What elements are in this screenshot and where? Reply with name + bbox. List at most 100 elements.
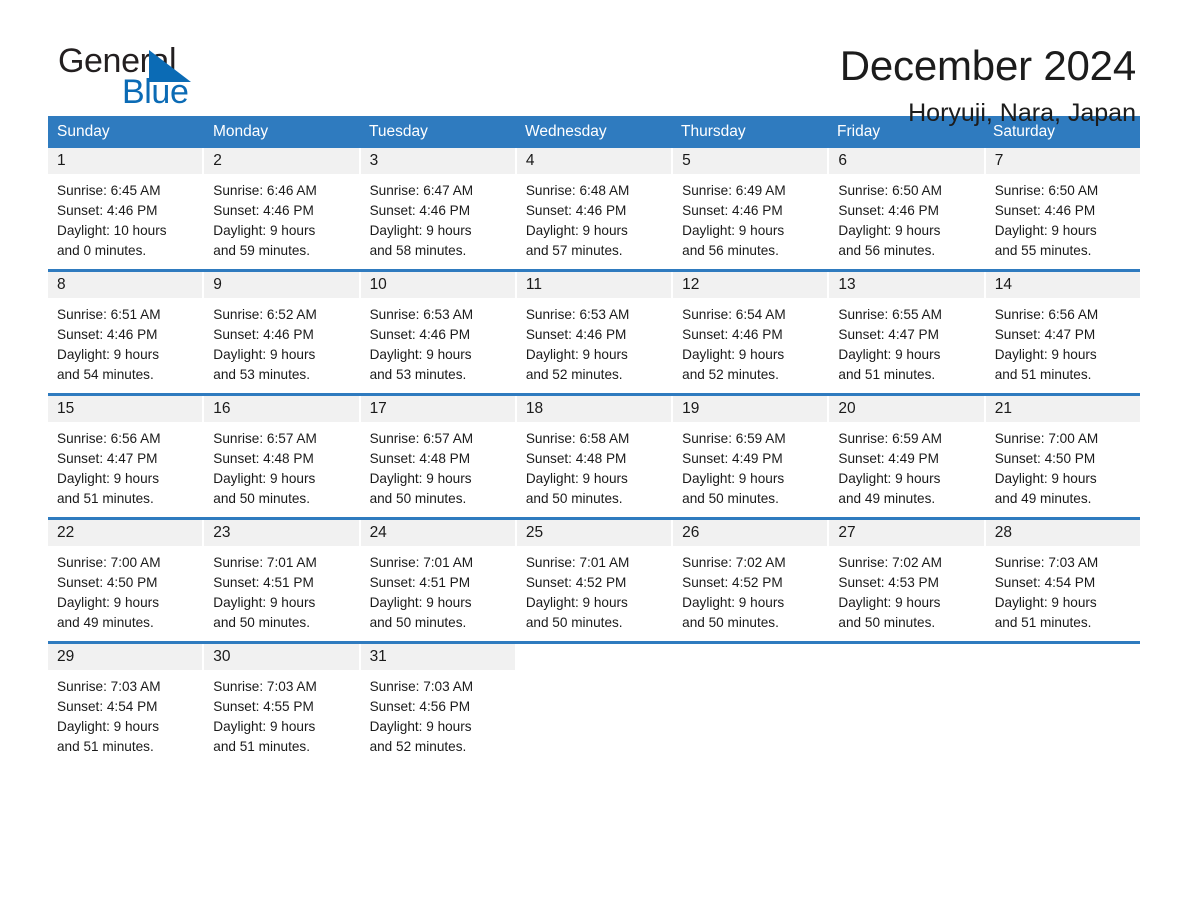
day-details: Sunrise: 7:02 AM Sunset: 4:52 PM Daylight:… — [673, 546, 827, 633]
daylight-duration-line2: and 51 minutes. — [994, 615, 1092, 630]
sunrise-time: Sunrise: 7:03 AM — [213, 679, 317, 694]
day-number: 15 — [57, 400, 75, 417]
calendar-day-cell[interactable]: 15 Sunrise: 6:56 AM Sunset: 4:47 PM Dayligh… — [48, 396, 203, 509]
daylight-duration-line1: Daylight: 9 hours — [525, 471, 628, 486]
day-details: Sunrise: 6:54 AM Sunset: 4:46 PM Daylight:… — [673, 298, 827, 385]
sunrise-time: Sunrise: 6:50 AM — [838, 183, 942, 198]
calendar-day-cell[interactable]: 20 Sunrise: 6:59 AM Sunset: 4:49 PM Dayligh… — [829, 396, 984, 509]
sunset-time: Sunset: 4:48 PM — [213, 451, 314, 466]
calendar-day-cell[interactable]: 2 Sunrise: 6:46 AM Sunset: 4:46 PM Daylight… — [204, 148, 359, 261]
calendar-day-cell[interactable]: 25 Sunrise: 7:01 AM Sunset: 4:52 PM Dayligh… — [516, 520, 672, 633]
calendar-day-cell[interactable]: 21 Sunrise: 7:00 AM Sunset: 4:50 PM Dayligh… — [985, 396, 1140, 509]
daylight-duration-line1: Daylight: 9 hours — [213, 471, 316, 486]
daylight-duration-line1: Daylight: 9 hours — [213, 719, 316, 734]
day-number: 4 — [525, 152, 535, 169]
day-details: Sunrise: 6:47 AM Sunset: 4:46 PM Daylight:… — [361, 174, 515, 261]
day-details: Sunrise: 7:03 AM Sunset: 4:56 PM Daylight:… — [361, 670, 515, 757]
calendar-day-cell[interactable]: 27 Sunrise: 7:02 AM Sunset: 4:53 PM Dayligh… — [829, 520, 984, 633]
sunset-time: Sunset: 4:46 PM — [213, 327, 314, 342]
calendar-day-cell[interactable]: 17 Sunrise: 6:57 AM Sunset: 4:48 PM Dayligh… — [360, 396, 515, 509]
calendar-day-cell[interactable]: 3 Sunrise: 6:47 AM Sunset: 4:46 PM Daylight… — [360, 148, 515, 261]
day-number: 2 — [213, 152, 222, 169]
sunrise-time: Sunrise: 6:56 AM — [994, 307, 1099, 322]
day-details: Sunrise: 6:49 AM Sunset: 4:46 PM Daylight:… — [673, 174, 827, 261]
calendar-day-cell[interactable]: 10 Sunrise: 6:53 AM Sunset: 4:46 PM Dayligh… — [360, 272, 515, 385]
calendar-day-cell[interactable]: 4 Sunrise: 6:48 AM Sunset: 4:46 PM Daylight… — [516, 148, 672, 261]
day-number-band — [829, 644, 983, 670]
calendar-day-cell[interactable]: 9 Sunrise: 6:52 AM Sunset: 4:46 PM Daylight… — [204, 272, 359, 385]
sunrise-time: Sunrise: 6:47 AM — [369, 183, 474, 198]
calendar-week-row: 22 Sunrise: 7:00 AM Sunset: 4:50 PM Dayligh… — [48, 517, 1140, 633]
calendar-day-cell[interactable]: 26 Sunrise: 7:02 AM Sunset: 4:52 PM Dayligh… — [673, 520, 828, 633]
weekday-header-row: Sunday Monday Tuesday Wednesday Thursday… — [48, 116, 1140, 148]
calendar-day-cell[interactable]: 30 Sunrise: 7:03 AM Sunset: 4:55 PM Dayligh… — [204, 644, 359, 757]
day-details: Sunrise: 6:45 AM Sunset: 4:46 PM Daylight:… — [48, 174, 202, 261]
calendar-day-cell[interactable]: 19 Sunrise: 6:59 AM Sunset: 4:49 PM Dayligh… — [673, 396, 828, 509]
calendar-day-cell[interactable]: 12 Sunrise: 6:54 AM Sunset: 4:46 PM Dayligh… — [673, 272, 828, 385]
day-number: 20 — [838, 400, 856, 417]
calendar-day-cell[interactable]: 1 Sunrise: 6:45 AM Sunset: 4:46 PM Daylight… — [48, 148, 203, 261]
daylight-duration-line2: and 49 minutes. — [57, 615, 154, 630]
day-details: Sunrise: 7:00 AM Sunset: 4:50 PM Daylight:… — [986, 422, 1140, 509]
sunrise-time: Sunrise: 6:59 AM — [682, 431, 786, 446]
calendar-day-cell[interactable]: 29 Sunrise: 7:03 AM Sunset: 4:54 PM Dayligh… — [48, 644, 203, 757]
sunrise-time: Sunrise: 6:53 AM — [369, 307, 474, 322]
day-details: Sunrise: 6:59 AM Sunset: 4:49 PM Daylight:… — [829, 422, 983, 509]
day-number: 1 — [57, 152, 66, 169]
daylight-duration-line1: Daylight: 9 hours — [369, 719, 472, 734]
calendar-day-cell[interactable]: 24 Sunrise: 7:01 AM Sunset: 4:51 PM Dayligh… — [360, 520, 515, 633]
daylight-duration-line1: Daylight: 9 hours — [213, 347, 316, 362]
day-number: 8 — [57, 276, 66, 293]
sunrise-time: Sunrise: 6:57 AM — [213, 431, 317, 446]
day-number: 17 — [369, 400, 387, 417]
day-details: Sunrise: 7:01 AM Sunset: 4:51 PM Daylight:… — [361, 546, 515, 633]
sunrise-time: Sunrise: 7:03 AM — [369, 679, 474, 694]
sunset-time: Sunset: 4:51 PM — [213, 575, 314, 590]
daylight-duration-line1: Daylight: 9 hours — [369, 347, 472, 362]
calendar-day-cell[interactable]: 23 Sunrise: 7:01 AM Sunset: 4:51 PM Dayligh… — [204, 520, 359, 633]
calendar-day-cell[interactable]: 8 Sunrise: 6:51 AM Sunset: 4:46 PM Daylight… — [48, 272, 203, 385]
sunset-time: Sunset: 4:46 PM — [525, 327, 627, 342]
daylight-duration-line2: and 55 minutes. — [994, 243, 1092, 258]
day-number-band: 1 — [48, 148, 203, 174]
calendar-day-cell[interactable]: 5 Sunrise: 6:49 AM Sunset: 4:46 PM Daylight… — [673, 148, 828, 261]
sunset-time: Sunset: 4:46 PM — [682, 327, 783, 342]
daylight-duration-line2: and 52 minutes. — [369, 739, 467, 754]
daylight-duration-line1: Daylight: 9 hours — [682, 223, 785, 238]
day-number-band: 26 — [673, 520, 828, 546]
day-number: 27 — [838, 524, 856, 541]
calendar-day-cell[interactable]: 22 Sunrise: 7:00 AM Sunset: 4:50 PM Dayligh… — [48, 520, 203, 633]
calendar-day-cell[interactable]: 11 Sunrise: 6:53 AM Sunset: 4:46 PM Dayligh… — [516, 272, 672, 385]
day-details: Sunrise: 7:03 AM Sunset: 4:54 PM Daylight:… — [48, 670, 202, 757]
day-number: 11 — [525, 276, 542, 293]
sunrise-time: Sunrise: 7:00 AM — [994, 431, 1099, 446]
weekday-sunday: Sunday — [57, 123, 110, 140]
sunset-time: Sunset: 4:46 PM — [525, 203, 627, 218]
sunrise-time: Sunrise: 7:00 AM — [57, 555, 161, 570]
daylight-duration-line2: and 49 minutes. — [994, 491, 1092, 506]
day-details: Sunrise: 7:02 AM Sunset: 4:53 PM Daylight:… — [829, 546, 983, 633]
day-number-band: 27 — [829, 520, 984, 546]
daylight-duration-line2: and 52 minutes. — [525, 367, 623, 382]
calendar-day-cell[interactable]: 28 Sunrise: 7:03 AM Sunset: 4:54 PM Dayligh… — [985, 520, 1140, 633]
calendar-day-cell[interactable]: 13 Sunrise: 6:55 AM Sunset: 4:47 PM Dayligh… — [829, 272, 984, 385]
sunrise-time: Sunrise: 7:03 AM — [57, 679, 161, 694]
sunset-time: Sunset: 4:54 PM — [994, 575, 1096, 590]
generalblue-logo[interactable]: General Blue — [48, 44, 198, 110]
calendar-day-cell[interactable]: 7 Sunrise: 6:50 AM Sunset: 4:46 PM Daylight… — [985, 148, 1140, 261]
day-number: 5 — [682, 152, 691, 169]
calendar-day-cell[interactable]: 6 Sunrise: 6:50 AM Sunset: 4:46 PM Daylight… — [829, 148, 984, 261]
calendar-day-cell[interactable]: 18 Sunrise: 6:58 AM Sunset: 4:48 PM Dayligh… — [516, 396, 672, 509]
day-number-band: 22 — [48, 520, 203, 546]
calendar-day-cell[interactable]: 16 Sunrise: 6:57 AM Sunset: 4:48 PM Dayligh… — [204, 396, 359, 509]
sunrise-time: Sunrise: 6:59 AM — [838, 431, 942, 446]
calendar-day-cell[interactable]: 14 Sunrise: 6:56 AM Sunset: 4:47 PM Dayligh… — [985, 272, 1140, 385]
daylight-duration-line2: and 56 minutes. — [682, 243, 779, 258]
sunrise-time: Sunrise: 6:53 AM — [525, 307, 630, 322]
day-details: Sunrise: 6:56 AM Sunset: 4:47 PM Daylight:… — [986, 298, 1140, 385]
calendar-page: General Blue December 2024 Horyuji, Nara… — [0, 0, 1188, 918]
daylight-duration-line2: and 51 minutes. — [838, 367, 936, 382]
weekday-saturday: Saturday — [993, 123, 1056, 140]
sunrise-time: Sunrise: 6:50 AM — [994, 183, 1099, 198]
calendar-day-cell[interactable]: 31 Sunrise: 7:03 AM Sunset: 4:56 PM Dayligh… — [360, 644, 515, 757]
